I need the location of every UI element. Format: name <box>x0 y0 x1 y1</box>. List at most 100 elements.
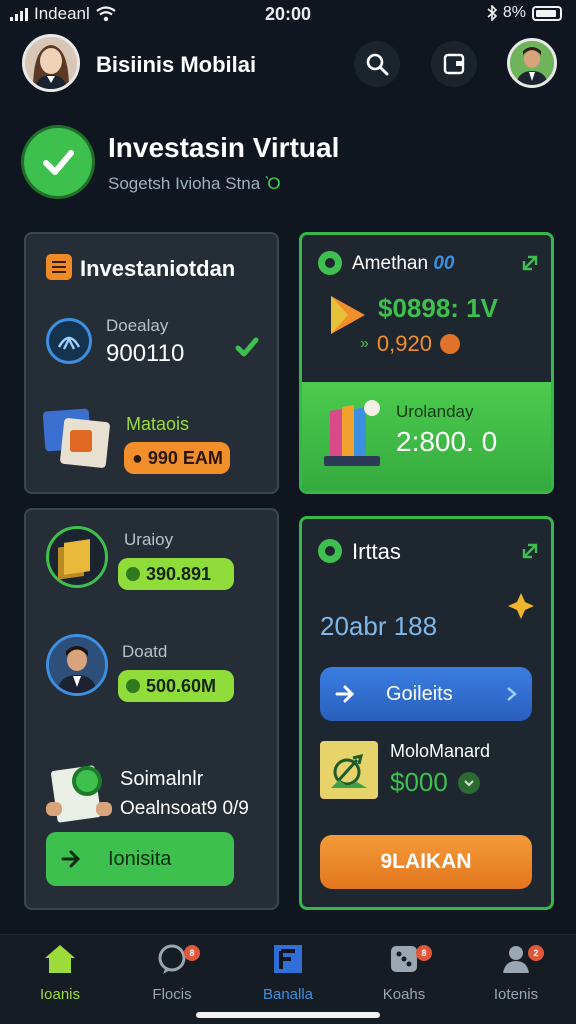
row3-subtitle: Oealnsoat9 0/9 <box>120 798 249 819</box>
app-title: Bisiinis Mobilai <box>96 52 257 77</box>
nav-label: Koahs <box>382 986 426 1003</box>
notification-badge: 8 <box>416 945 432 961</box>
chevron-down-icon[interactable] <box>457 771 480 794</box>
row2-amount-pill[interactable]: ● 990 EAM <box>124 442 230 474</box>
coin-icon <box>126 679 140 693</box>
nav-label: Iotenis <box>493 986 539 1003</box>
card-title: Investaniotdan <box>80 256 236 281</box>
page-subtitle-text: Sogetsh Ivioha Stna <box>108 174 261 193</box>
wallet-icon <box>443 53 465 75</box>
profile-avatar[interactable] <box>22 34 80 92</box>
battery-percent: 8% <box>502 4 526 21</box>
nav-label: Ioanis <box>39 986 81 1003</box>
sparkle-icon <box>508 593 534 619</box>
chart-globe-icon <box>46 318 92 364</box>
row1-label: Doealay <box>106 316 169 335</box>
highlight-panel[interactable]: Urolanday 2:800. 0 <box>302 382 551 491</box>
green-action-button-label: Ionisita <box>108 847 172 870</box>
search-button[interactable] <box>354 41 400 87</box>
row1-value: 900110 <box>106 340 185 367</box>
row2-amount-text: 500.60M <box>146 675 217 696</box>
nav-games[interactable]: 8 Koahs <box>354 943 454 1003</box>
nav-portfolio[interactable]: Banalla <box>238 943 338 1003</box>
gold-box-icon <box>46 526 108 588</box>
sub-value: $000 <box>390 767 480 798</box>
row1-label: Uraioy <box>124 530 174 549</box>
orange-action-button[interactable]: 9LAIKAN <box>320 835 532 889</box>
bottom-nav: Ioanis 8 Flocis Banalla 8 Koahs 2 Ioteni… <box>0 934 576 1024</box>
nav-label: Flocis <box>152 986 192 1003</box>
expand-icon[interactable] <box>520 253 540 273</box>
nav-profile[interactable]: 2 Iotenis <box>466 943 566 1003</box>
nav-label: Banalla <box>262 986 314 1003</box>
status-right: 8% <box>487 4 562 22</box>
panel-label: Urolanday <box>396 402 474 421</box>
arrow-right-icon <box>61 850 81 868</box>
panel-value: 2:800. 0 <box>396 426 498 457</box>
card-title: Amethan 00 <box>352 253 454 275</box>
coin-icon <box>439 334 460 354</box>
chat-icon <box>158 944 186 974</box>
battery-icon <box>532 5 562 21</box>
sub-value-text: $000 <box>390 767 448 797</box>
sub-amount: » 0,920 <box>360 331 460 357</box>
home-icon <box>45 945 75 973</box>
bluetooth-icon <box>487 5 497 21</box>
book-illustration-icon <box>324 400 386 468</box>
expand-icon[interactable] <box>520 541 540 561</box>
row3-title: Soimalnlr <box>120 768 204 790</box>
dice-icon <box>391 946 417 972</box>
portfolio-card[interactable]: Uraioy 390.891 Doatd 500.60M Soimalnlr O… <box>24 508 279 910</box>
check-icon <box>235 337 259 357</box>
report-illustration-icon <box>46 764 112 823</box>
sub-amount-value: 0,920 <box>376 331 432 356</box>
home-indicator <box>196 1012 380 1018</box>
row2-label: Mataois <box>126 414 190 434</box>
subtitle-accent-glyph: Ὸ <box>264 174 281 193</box>
search-icon <box>366 53 389 76</box>
arrow-right-icon <box>335 685 355 703</box>
check-icon <box>43 150 74 175</box>
green-action-button[interactable]: Ionisita <box>46 832 234 886</box>
target-icon <box>318 539 342 563</box>
card-title-text: Amethan <box>352 253 429 274</box>
american-card[interactable]: Amethan 00 $0898: 1V » 0,920 Urolanday 2… <box>299 232 554 494</box>
user-avatar[interactable] <box>507 38 557 88</box>
main-amount: $0898: 1V <box>378 293 498 323</box>
notification-badge: 8 <box>184 945 200 961</box>
woman-avatar-icon <box>25 37 77 89</box>
sub-title: MoloManard <box>390 741 491 761</box>
investment-card[interactable]: Investaniotdan Doealay 900110 Mataois ● … <box>24 232 279 494</box>
portfolio-icon <box>274 945 302 973</box>
man-avatar-icon <box>49 637 105 693</box>
chevron-right-icon <box>507 687 517 701</box>
profile-icon <box>503 946 529 973</box>
person-avatar <box>46 634 108 696</box>
man-avatar-icon <box>510 41 554 85</box>
notification-badge: 2 <box>528 945 544 961</box>
globe-chart-icon <box>320 741 378 799</box>
row2-amount-pill[interactable]: 500.60M <box>118 670 234 702</box>
status-bar: Indeanl 20:00 8% <box>0 0 576 28</box>
page-title: Investasin Virtual <box>108 132 340 163</box>
nav-home[interactable]: Ioanis <box>10 943 110 1003</box>
sub-amount-prefix: » <box>360 335 369 352</box>
card-title: Irttas <box>352 539 401 564</box>
target-icon <box>318 251 342 275</box>
row1-amount-pill[interactable]: 390.891 <box>118 558 234 590</box>
row2-label: Doatd <box>122 642 168 661</box>
blue-action-button-label: Goileits <box>386 682 453 705</box>
card-title-suffix: 00 <box>433 253 455 274</box>
blue-action-button[interactable]: Goileits <box>320 667 532 721</box>
app-header: Bisiinis Mobilai <box>0 32 576 96</box>
nav-chat[interactable]: 8 Flocis <box>122 943 222 1003</box>
wallet-button[interactable] <box>431 41 477 87</box>
trades-card[interactable]: Irttas 20abr 188 Goileits MoloManard $00… <box>299 516 554 910</box>
cards-illustration-icon <box>42 406 114 470</box>
document-icon <box>46 254 72 280</box>
verified-badge <box>24 128 92 196</box>
coin-icon <box>126 567 140 581</box>
trades-value: 20abr 188 <box>320 611 438 641</box>
row1-amount-text: 390.891 <box>146 563 212 584</box>
page-subtitle: Sogetsh Ivioha Stna Ὸ <box>108 174 281 194</box>
